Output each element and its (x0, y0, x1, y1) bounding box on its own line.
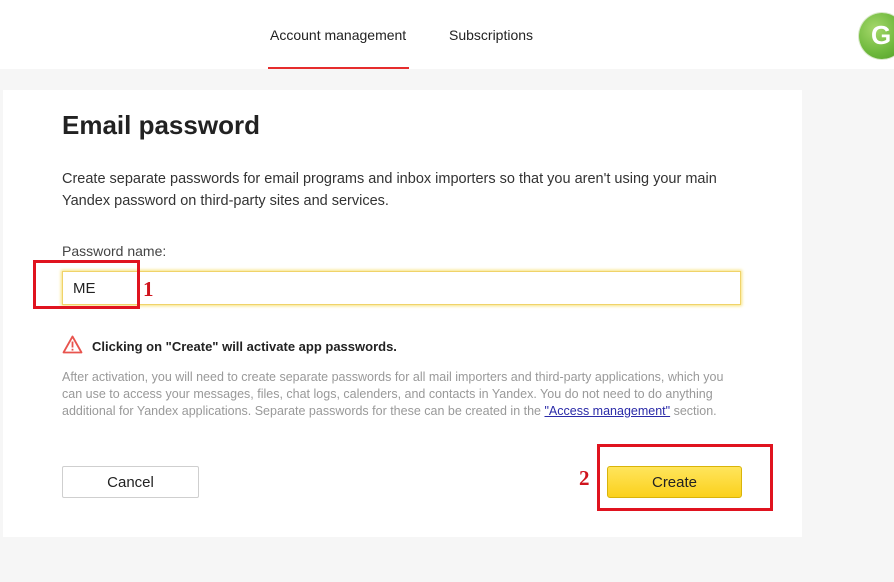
warning-triangle-icon (62, 335, 83, 354)
annotation-box-1 (33, 260, 140, 309)
annotation-number-1: 1 (143, 277, 154, 301)
password-name-input[interactable] (62, 271, 741, 305)
password-name-label: Password name: (62, 243, 167, 259)
page-description: Create separate passwords for email prog… (62, 171, 717, 209)
tab-subscriptions[interactable]: Subscriptions (449, 27, 533, 43)
cancel-button[interactable]: Cancel (62, 466, 199, 498)
note-suffix: section. (670, 404, 717, 418)
page-title: Email password (62, 110, 260, 140)
logo-letter: G (871, 20, 892, 50)
annotation-box-2 (597, 444, 773, 511)
activation-warning: Clicking on "Create" will activate app p… (92, 339, 397, 354)
access-management-link[interactable]: "Access management" (544, 404, 670, 418)
annotation-number-2: 2 (579, 466, 590, 490)
tab-account-management[interactable]: Account management (270, 27, 406, 43)
globe-logo-icon: G (859, 13, 894, 59)
active-tab-indicator (268, 67, 409, 69)
activation-note: After activation, you will need to creat… (62, 369, 742, 420)
top-navigation-bar: Account management Subscriptions G (0, 0, 894, 69)
